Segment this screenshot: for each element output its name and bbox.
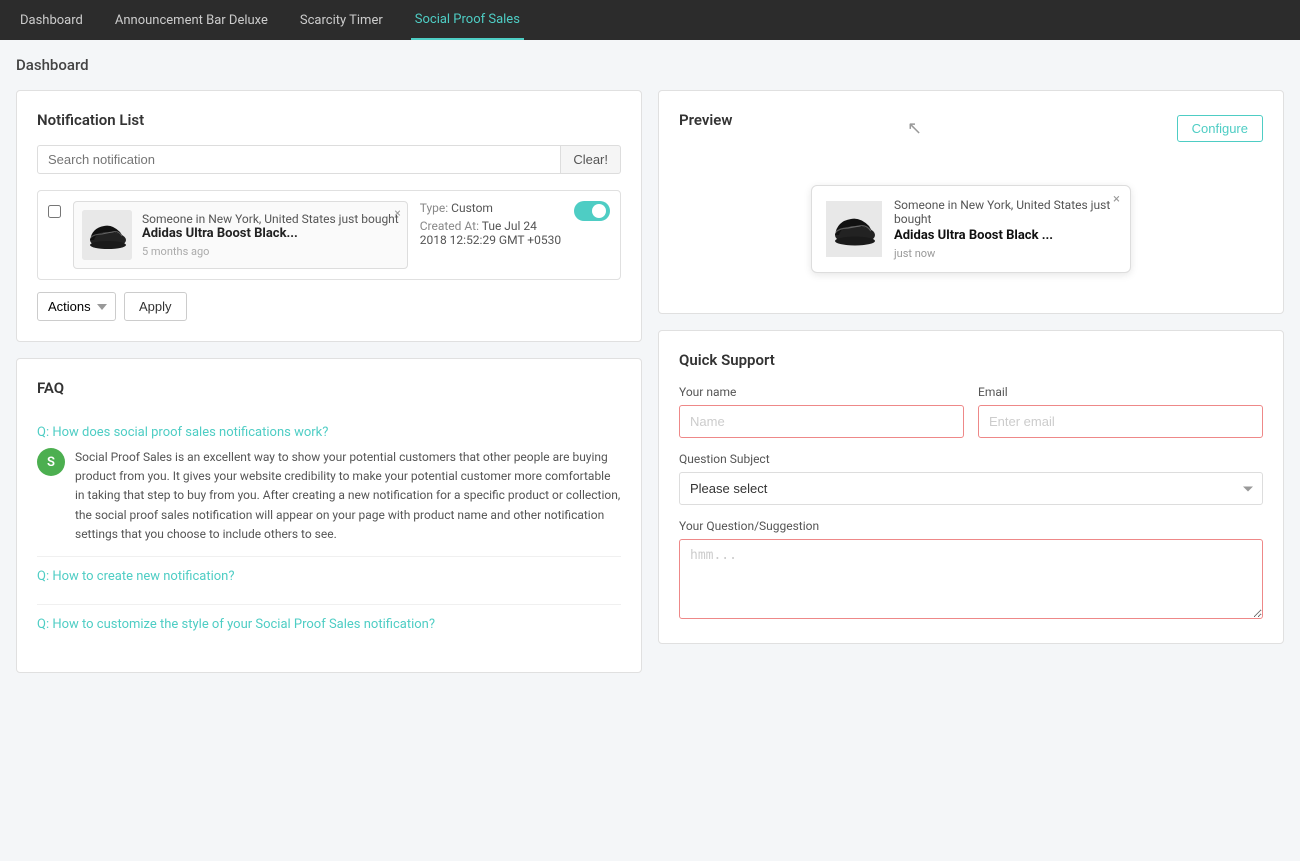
quick-support-title: Quick Support (679, 351, 1263, 369)
faq-question-3[interactable]: Q: How to customize the style of your So… (37, 617, 621, 632)
preview-header: Preview ↖ Configure (679, 111, 1263, 145)
faq-answer-1: S Social Proof Sales is an excellent way… (37, 448, 621, 544)
actions-select[interactable]: Actions (37, 292, 116, 321)
configure-button[interactable]: Configure (1177, 115, 1263, 142)
notification-time: 5 months ago (142, 245, 399, 258)
email-group: Email (978, 385, 1263, 438)
name-group: Your name (679, 385, 964, 438)
subject-select-wrapper: Please select General Question Bug Repor… (679, 472, 1263, 505)
type-value: Custom (451, 201, 493, 215)
notification-text: Someone in New York, United States just … (142, 212, 399, 258)
preview-popup-text: Someone in New York, United States just … (894, 198, 1116, 260)
notification-location: Someone in New York, United States just … (142, 212, 399, 226)
notification-meta: Type: Custom Created At: Tue Jul 24 2018… (420, 201, 562, 251)
preview-close-icon[interactable]: × (1113, 192, 1120, 207)
created-row: Created At: Tue Jul 24 2018 12:52:29 GMT… (420, 219, 562, 247)
nav-announcement-bar[interactable]: Announcement Bar Deluxe (111, 0, 272, 40)
created-label: Created At: (420, 219, 479, 233)
faq-card: FAQ Q: How does social proof sales notif… (16, 358, 642, 673)
name-email-row: Your name Email (679, 385, 1263, 438)
left-column: Notification List Clear! × (16, 90, 642, 673)
question-group: Your Question/Suggestion (679, 519, 1263, 623)
subject-select[interactable]: Please select General Question Bug Repor… (679, 472, 1263, 505)
support-form: Your name Email Question Subject (679, 385, 1263, 623)
faq-answer-text-1: Social Proof Sales is an excellent way t… (75, 448, 621, 544)
quick-support-card: Quick Support Your name Email (658, 330, 1284, 644)
cursor-icon: ↖ (907, 118, 922, 139)
actions-row: Actions Apply (37, 292, 621, 321)
preview-popup: × Someone in New York, United St (811, 185, 1131, 273)
question-label: Your Question/Suggestion (679, 519, 1263, 533)
notification-list-card: Notification List Clear! × (16, 90, 642, 342)
faq-item-3: Q: How to customize the style of your So… (37, 605, 621, 652)
preview-location: Someone in New York, United States just … (894, 198, 1116, 226)
faq-title: FAQ (37, 379, 621, 397)
product-image (82, 210, 132, 260)
preview-card: Preview ↖ Configure × (658, 90, 1284, 314)
preview-product: Adidas Ultra Boost Black ... (894, 228, 1116, 243)
main-grid: Notification List Clear! × (16, 90, 1284, 673)
name-label: Your name (679, 385, 964, 399)
search-input[interactable] (37, 145, 561, 174)
clear-button[interactable]: Clear! (561, 145, 621, 174)
page-title: Dashboard (16, 56, 1284, 74)
type-row: Type: Custom (420, 201, 562, 215)
notification-toggle[interactable] (574, 201, 610, 221)
question-textarea[interactable] (679, 539, 1263, 619)
preview-time: just now (894, 247, 1116, 260)
preview-title: Preview (679, 111, 732, 129)
page-container: Dashboard Notification List Clear! × (0, 40, 1300, 689)
faq-item-2: Q: How to create new notification? (37, 557, 621, 605)
right-column: Preview ↖ Configure × (658, 90, 1284, 673)
top-navigation: Dashboard Announcement Bar Deluxe Scarci… (0, 0, 1300, 40)
notification-close-icon[interactable]: × (394, 206, 400, 220)
nav-scarcity-timer[interactable]: Scarcity Timer (296, 0, 387, 40)
faq-avatar-1: S (37, 448, 65, 476)
notification-list-title: Notification List (37, 111, 621, 129)
notification-item: × (37, 190, 621, 280)
nav-social-proof[interactable]: Social Proof Sales (411, 0, 524, 40)
notification-card: × (73, 201, 408, 269)
preview-product-image (826, 201, 882, 257)
subject-group: Question Subject Please select General Q… (679, 452, 1263, 505)
preview-area: × Someone in New York, United St (679, 165, 1263, 293)
name-input[interactable] (679, 405, 964, 438)
faq-question-2[interactable]: Q: How to create new notification? (37, 569, 621, 584)
subject-label: Question Subject (679, 452, 1263, 466)
email-input[interactable] (978, 405, 1263, 438)
notification-checkbox[interactable] (48, 205, 61, 218)
type-label: Type: (420, 201, 448, 215)
apply-button[interactable]: Apply (124, 292, 187, 321)
faq-question-1[interactable]: Q: How does social proof sales notificat… (37, 425, 621, 440)
search-bar: Clear! (37, 145, 621, 174)
notification-product: Adidas Ultra Boost Black... (142, 226, 399, 241)
email-label: Email (978, 385, 1263, 399)
nav-dashboard[interactable]: Dashboard (16, 0, 87, 40)
faq-item-1: Q: How does social proof sales notificat… (37, 413, 621, 557)
